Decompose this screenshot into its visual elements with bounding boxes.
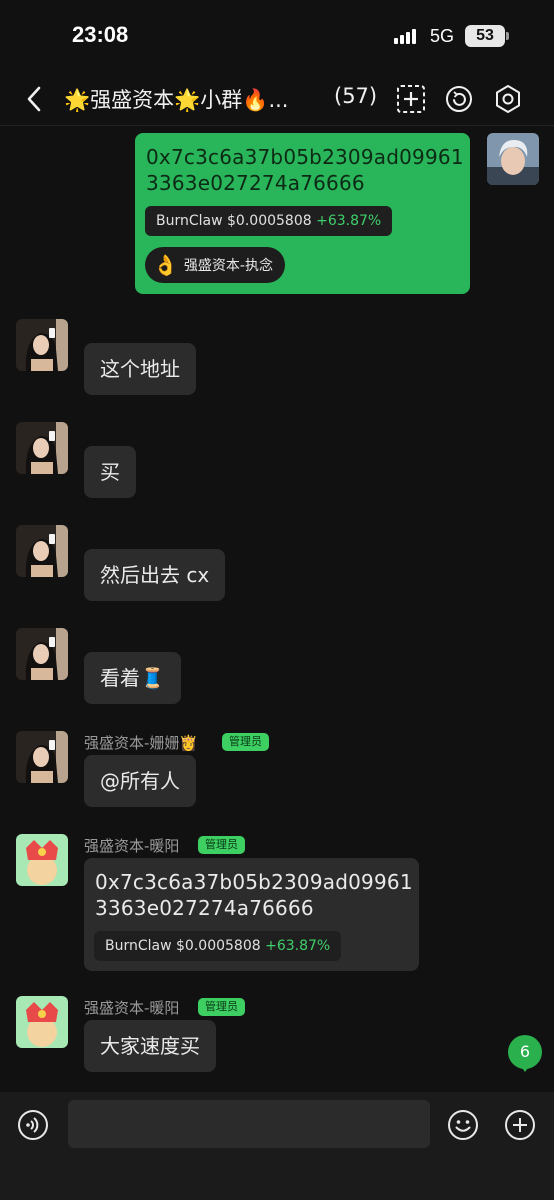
ok-hand-icon: 👌 [153, 253, 178, 277]
message-bubble[interactable]: 0x7c3c6a37b05b2309ad099613363e027274a766… [84, 858, 419, 971]
network-label: 5G [430, 26, 455, 46]
my-avatar[interactable] [487, 133, 539, 185]
battery-icon: 53 [465, 25, 505, 47]
back-icon[interactable] [20, 82, 50, 116]
chat-title[interactable]: 🌟强盛资本🌟小群🔥... [64, 84, 288, 114]
reaction-user: 强盛资本-执念 [183, 258, 273, 274]
contract-address[interactable]: 0x7c3c6a37b05b2309ad099613363e027274a766… [95, 869, 413, 921]
avatar[interactable] [16, 628, 68, 680]
token-price: $0.0005808 [176, 938, 261, 954]
status-time: 23:08 [72, 22, 129, 47]
input-bar [0, 1092, 554, 1200]
signal-icon [394, 28, 422, 44]
refresh-icon[interactable] [443, 83, 475, 115]
unread-badge-tail [519, 1064, 531, 1072]
avatar-cat[interactable] [16, 996, 68, 1048]
price-chip[interactable]: BurnClaw $0.0005808 +63.87% [145, 206, 393, 236]
voice-icon[interactable] [17, 1109, 49, 1141]
battery-tip [506, 32, 509, 40]
message-bubble[interactable]: @所有人 [84, 755, 196, 807]
message-bubble[interactable]: 大家速度买 [84, 1020, 216, 1072]
plus-icon[interactable] [504, 1109, 536, 1141]
price-change: +63.87% [265, 938, 331, 954]
member-count[interactable]: (57) [334, 84, 377, 108]
token-name: BurnClaw [156, 213, 223, 229]
message-bubble[interactable]: 买 [84, 446, 136, 498]
message-bubble[interactable]: 这个地址 [84, 343, 196, 395]
avatar[interactable] [16, 731, 68, 783]
sender-name[interactable]: 强盛资本-暖阳 [84, 997, 179, 1018]
status-bar: 23:08 5G 53 [0, 0, 554, 72]
avatar[interactable] [16, 525, 68, 577]
admin-badge: 管理员 [198, 836, 245, 854]
admin-badge: 管理员 [198, 998, 245, 1016]
reaction-chip[interactable]: 👌 强盛资本-执念 [145, 247, 285, 283]
message-input[interactable] [68, 1100, 430, 1148]
sender-name[interactable]: 强盛资本-姗姗👸 [84, 732, 198, 753]
sender-name[interactable]: 强盛资本-暖阳 [84, 835, 179, 856]
emoji-icon[interactable] [447, 1109, 479, 1141]
settings-icon[interactable] [492, 83, 524, 115]
price-change: +63.87% [316, 213, 382, 229]
token-price: $0.0005808 [227, 213, 312, 229]
price-chip[interactable]: BurnClaw $0.0005808 +63.87% [94, 931, 342, 961]
add-member-icon[interactable] [395, 83, 427, 115]
admin-badge: 管理员 [222, 733, 269, 751]
message-bubble[interactable]: 然后出去 cx [84, 549, 226, 601]
message-bubble[interactable]: 看着🧵 [84, 652, 181, 704]
avatar-cat[interactable] [16, 834, 68, 886]
avatar[interactable] [16, 422, 68, 474]
message-bubble-own[interactable]: 0x7c3c6a37b05b2309ad099613363e027274a766… [135, 133, 470, 294]
chat-header: 🌟强盛资本🌟小群🔥... (57) [0, 72, 554, 126]
token-name: BurnClaw [105, 938, 172, 954]
avatar[interactable] [16, 319, 68, 371]
contract-address[interactable]: 0x7c3c6a37b05b2309ad099613363e027274a766… [146, 144, 464, 196]
